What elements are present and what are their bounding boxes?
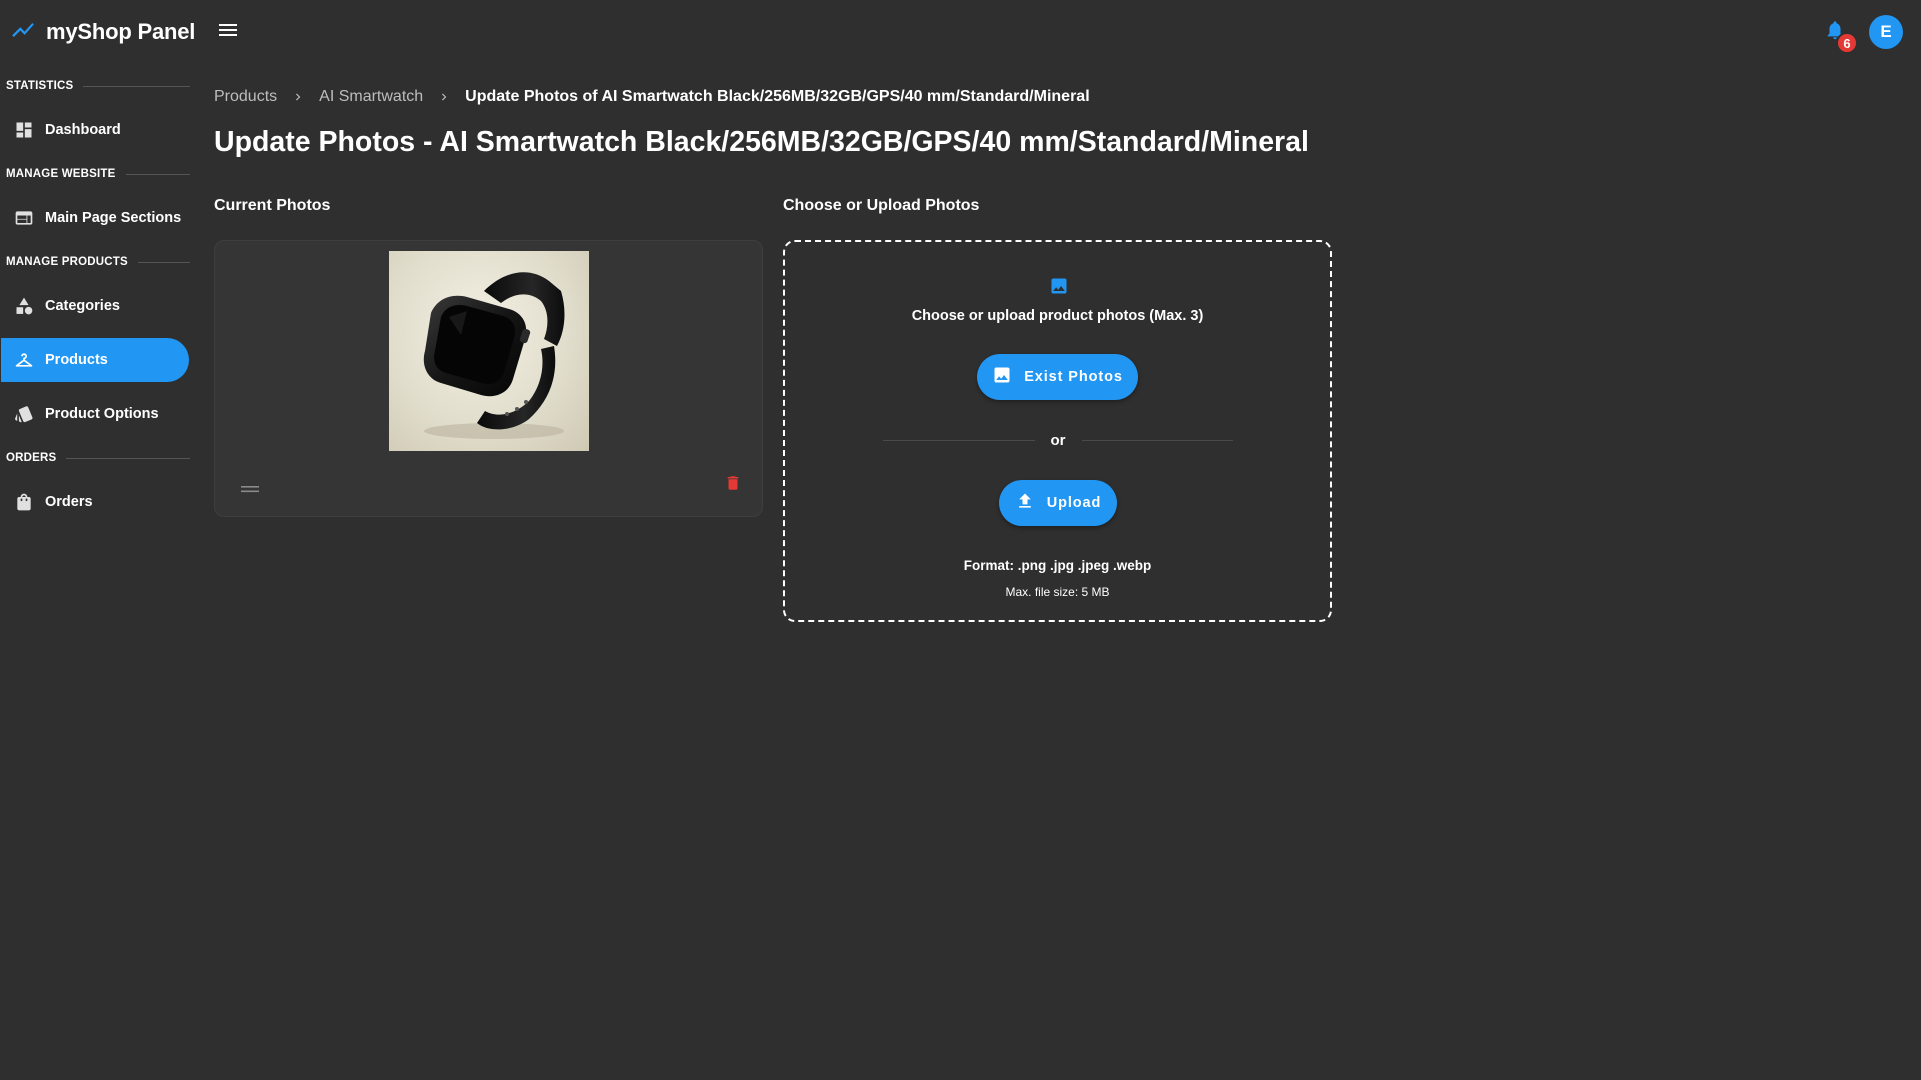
image-icon xyxy=(1049,276,1069,296)
sidebar-item-products[interactable]: Products xyxy=(1,338,189,382)
format-info: Format: .png .jpg .jpeg .webp xyxy=(963,558,1152,573)
notifications-button[interactable]: 6 xyxy=(1824,18,1858,54)
sidebar-item-product-options[interactable]: Product Options xyxy=(1,392,189,436)
exist-photos-button[interactable]: Exist Photos xyxy=(977,354,1138,400)
or-label: or xyxy=(1050,431,1066,449)
current-photos-title: Current Photos xyxy=(214,197,331,214)
divider xyxy=(137,261,190,263)
sidebar: STATISTICS Dashboard MANAGE WEBSITE Main… xyxy=(0,64,190,534)
hanger-icon xyxy=(13,349,35,371)
drag-handle-icon[interactable] xyxy=(241,481,259,493)
chevron-right-icon xyxy=(291,90,305,104)
breadcrumb: Products AI Smartwatch Update Photos of … xyxy=(214,86,1090,108)
sidebar-section-manage-products: MANAGE PRODUCTS xyxy=(0,240,190,284)
smartwatch-photo xyxy=(423,272,565,439)
sidebar-item-categories[interactable]: Categories xyxy=(1,284,189,328)
delete-photo-button[interactable] xyxy=(721,473,745,497)
divider xyxy=(83,85,190,87)
sidebar-section-orders: ORDERS xyxy=(0,436,190,480)
sidebar-item-label: Main Page Sections xyxy=(45,210,182,226)
breadcrumb-current: Update Photos of AI Smartwatch Black/256… xyxy=(465,88,1090,105)
sidebar-item-label: Categories xyxy=(45,298,120,314)
breadcrumb-link-product[interactable]: AI Smartwatch xyxy=(319,88,423,106)
brand[interactable]: myShop Panel xyxy=(10,18,195,46)
upload-dropzone[interactable]: Choose or upload product photos (Max. 3)… xyxy=(783,240,1332,622)
divider xyxy=(883,439,1035,441)
breadcrumb-link-products[interactable]: Products xyxy=(214,88,277,106)
section-title: MANAGE WEBSITE xyxy=(6,168,116,180)
image-icon xyxy=(992,365,1012,389)
sidebar-section-manage-website: MANAGE WEBSITE xyxy=(0,152,190,196)
sidebar-item-label: Orders xyxy=(45,494,93,510)
upload-label: Upload xyxy=(1046,495,1102,511)
sidebar-item-main-page-sections[interactable]: Main Page Sections xyxy=(1,196,189,240)
divider xyxy=(1081,439,1233,441)
photo-card xyxy=(214,240,763,517)
section-title: ORDERS xyxy=(6,452,57,464)
menu-toggle-button[interactable] xyxy=(210,14,246,50)
style-icon xyxy=(13,403,35,425)
sidebar-item-orders[interactable]: Orders xyxy=(1,480,189,524)
line-chart-icon xyxy=(10,17,36,48)
section-title: STATISTICS xyxy=(6,80,74,92)
max-size-info: Max. file size: 5 MB xyxy=(1005,585,1110,599)
sidebar-item-label: Dashboard xyxy=(45,122,121,138)
page-title: Update Photos - AI Smartwatch Black/256M… xyxy=(214,126,1309,158)
upload-section-title: Choose or Upload Photos xyxy=(783,197,980,214)
trash-icon xyxy=(724,472,742,499)
upload-button[interactable]: Upload xyxy=(999,480,1117,526)
hamburger-menu-icon xyxy=(216,18,240,47)
sidebar-item-dashboard[interactable]: Dashboard xyxy=(1,108,189,152)
sidebar-item-label: Products xyxy=(45,352,108,368)
or-divider: or xyxy=(883,430,1233,450)
divider xyxy=(125,173,190,175)
top-app-bar: myShop Panel 6 E xyxy=(0,0,1921,64)
upload-icon xyxy=(1015,491,1035,515)
user-avatar[interactable]: E xyxy=(1869,15,1903,49)
sidebar-section-statistics: STATISTICS xyxy=(0,64,190,108)
web-sections-icon xyxy=(13,207,35,229)
dashboard-icon xyxy=(13,119,35,141)
app-title: myShop Panel xyxy=(46,19,196,44)
notification-badge: 6 xyxy=(1836,32,1858,54)
exist-photos-label: Exist Photos xyxy=(1024,369,1123,385)
upload-hint: Choose or upload product photos (Max. 3) xyxy=(911,308,1204,324)
category-icon xyxy=(13,295,35,317)
chevron-right-icon xyxy=(437,90,451,104)
shopping-bag-icon xyxy=(13,491,35,513)
divider xyxy=(66,457,190,459)
product-photo[interactable] xyxy=(389,251,589,451)
sidebar-item-label: Product Options xyxy=(45,406,159,422)
section-title: MANAGE PRODUCTS xyxy=(6,256,128,268)
